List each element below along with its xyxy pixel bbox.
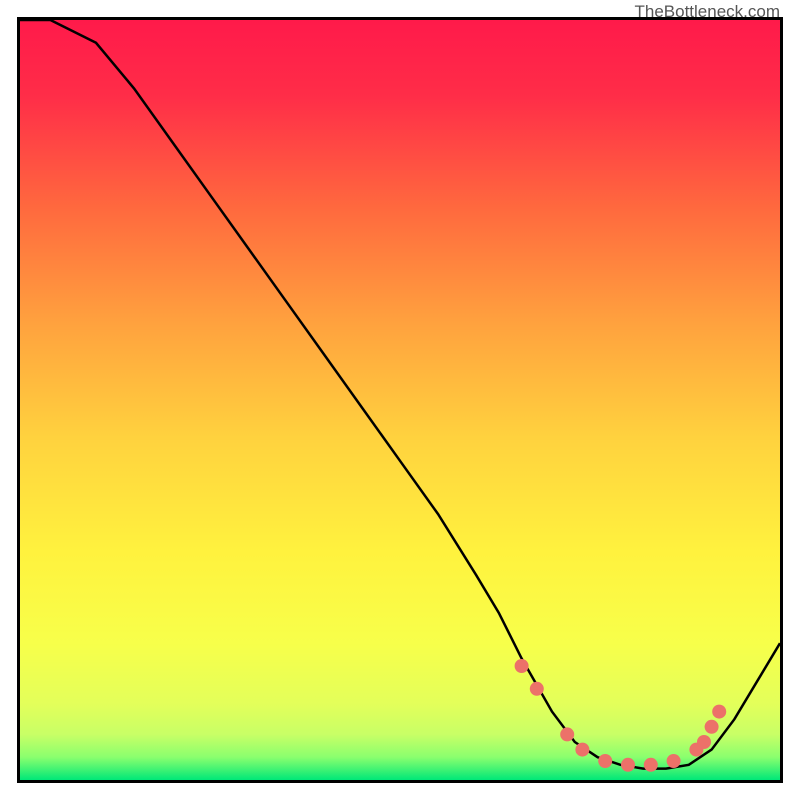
highlight-dots xyxy=(515,659,727,772)
highlight-dot xyxy=(705,720,719,734)
chart-plot-area xyxy=(17,17,783,783)
highlight-dot xyxy=(644,758,658,772)
bottleneck-curve xyxy=(20,20,780,769)
highlight-dot xyxy=(560,727,574,741)
chart-curve-layer xyxy=(20,20,780,780)
highlight-dot xyxy=(598,754,612,768)
watermark-text: TheBottleneck.com xyxy=(634,2,780,22)
highlight-dot xyxy=(712,705,726,719)
highlight-dot xyxy=(621,758,635,772)
highlight-dot xyxy=(575,743,589,757)
highlight-dot xyxy=(697,735,711,749)
highlight-dot xyxy=(515,659,529,673)
highlight-dot xyxy=(530,682,544,696)
highlight-dot xyxy=(667,754,681,768)
